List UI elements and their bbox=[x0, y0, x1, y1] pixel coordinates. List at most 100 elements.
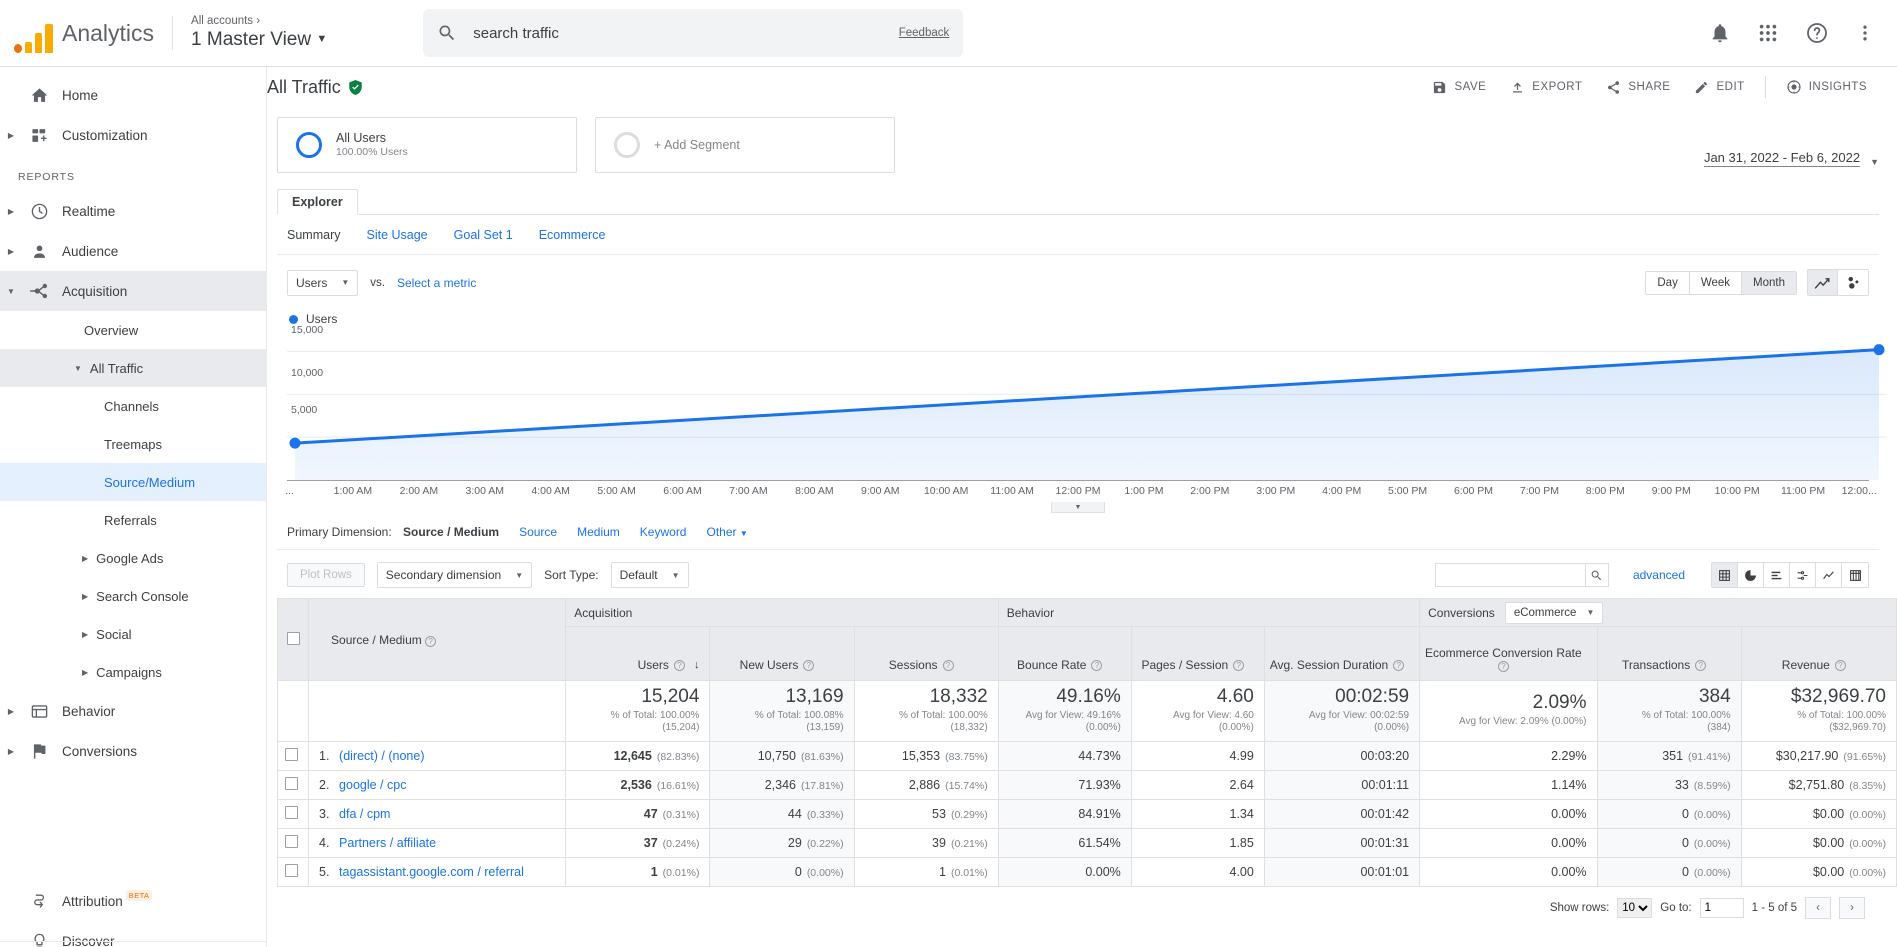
secondary-dimension-select[interactable]: Secondary dimension ▼ bbox=[377, 562, 532, 588]
share-button[interactable]: SHARE bbox=[1594, 74, 1682, 101]
goto-input[interactable] bbox=[1700, 898, 1744, 918]
sidebar-item-treemaps[interactable]: Treemaps bbox=[0, 425, 266, 463]
tab-explorer[interactable]: Explorer bbox=[277, 189, 358, 215]
help-icon[interactable]: ? bbox=[1835, 660, 1846, 671]
view-name[interactable]: 1 Master View ▼ bbox=[191, 29, 327, 51]
table-view-icon[interactable] bbox=[1712, 563, 1738, 587]
edit-button[interactable]: EDIT bbox=[1682, 74, 1756, 101]
row-dimension-link[interactable]: (direct) / (none) bbox=[339, 749, 424, 763]
add-segment-button[interactable]: + Add Segment bbox=[595, 117, 895, 173]
global-search[interactable]: Feedback bbox=[423, 9, 963, 57]
granularity-week[interactable]: Week bbox=[1690, 272, 1742, 294]
sidebar-item-campaigns[interactable]: ▶Campaigns bbox=[0, 653, 266, 691]
bar-view-icon[interactable] bbox=[1764, 563, 1790, 587]
search-icon[interactable] bbox=[1585, 563, 1609, 587]
segment-all-users[interactable]: All Users 100.00% Users bbox=[277, 117, 577, 173]
sidebar-item-realtime[interactable]: ▶ Realtime bbox=[0, 191, 266, 231]
tab-summary[interactable]: Summary bbox=[287, 228, 340, 242]
expand-arrow-icon[interactable]: ▶ bbox=[0, 707, 22, 716]
help-icon[interactable]: ? bbox=[943, 660, 954, 671]
sidebar-item-channels[interactable]: Channels bbox=[0, 387, 266, 425]
expand-arrow-icon[interactable]: ▶ bbox=[0, 131, 22, 140]
help-icon[interactable]: ? bbox=[674, 660, 685, 671]
sidebar-item-search-console[interactable]: ▶Search Console bbox=[0, 577, 266, 615]
metric-select[interactable]: Users ▼ bbox=[287, 270, 358, 296]
column-header-revenue[interactable]: Revenue? bbox=[1741, 627, 1896, 681]
row-checkbox[interactable] bbox=[285, 777, 298, 790]
export-button[interactable]: EXPORT bbox=[1498, 74, 1594, 101]
row-checkbox[interactable] bbox=[285, 806, 298, 819]
dimension-link-medium[interactable]: Medium bbox=[577, 525, 620, 539]
primary-dimension-active[interactable]: Source / Medium bbox=[403, 525, 499, 539]
sort-desc-icon[interactable]: ↓ bbox=[694, 659, 700, 671]
row-dimension-link[interactable]: dfa / cpm bbox=[339, 807, 390, 821]
tab-goal-set-1[interactable]: Goal Set 1 bbox=[454, 228, 513, 242]
next-page-button[interactable]: › bbox=[1839, 897, 1865, 919]
column-header-bounce-rate[interactable]: Bounce Rate? bbox=[998, 627, 1131, 681]
notifications-icon[interactable] bbox=[1709, 22, 1731, 44]
sidebar-item-conversions[interactable]: ▶ Conversions bbox=[0, 731, 266, 771]
table-row[interactable]: 5.tagassistant.google.com / referral1(0.… bbox=[278, 857, 1897, 886]
help-icon[interactable]: ? bbox=[1695, 660, 1706, 671]
search-input[interactable] bbox=[471, 24, 898, 43]
table-row[interactable]: 3.dfa / cpm47(0.31%)44(0.33%)53(0.29%)84… bbox=[278, 799, 1897, 828]
row-checkbox[interactable] bbox=[285, 864, 298, 877]
sort-type-select[interactable]: Default ▼ bbox=[611, 562, 689, 588]
expand-arrow-icon[interactable]: ▶ bbox=[0, 247, 22, 256]
motion-chart-icon[interactable] bbox=[1838, 270, 1868, 295]
row-checkbox[interactable] bbox=[285, 835, 298, 848]
save-button[interactable]: SAVE bbox=[1420, 74, 1498, 101]
sidebar-item-customization[interactable]: ▶ Customization bbox=[0, 115, 266, 155]
sidebar-item-all-traffic[interactable]: ▼ All Traffic bbox=[0, 349, 266, 387]
row-dimension-link[interactable]: google / cpc bbox=[339, 778, 406, 792]
more-options-icon[interactable] bbox=[1855, 23, 1875, 43]
expand-arrow-icon[interactable]: ▶ bbox=[82, 668, 88, 677]
date-range-picker[interactable]: Jan 31, 2022 - Feb 6, 2022 ▼ bbox=[1704, 117, 1879, 173]
column-header-users[interactable]: Users?↓ bbox=[566, 627, 710, 681]
column-header-new-users[interactable]: New Users? bbox=[710, 627, 854, 681]
row-checkbox[interactable] bbox=[285, 748, 298, 761]
table-row[interactable]: 1.(direct) / (none)12,645(82.83%)10,750(… bbox=[278, 741, 1897, 770]
help-icon[interactable]: ? bbox=[1233, 660, 1244, 671]
performance-view-icon[interactable] bbox=[1816, 563, 1842, 587]
show-rows-select[interactable]: 10 bbox=[1617, 898, 1652, 918]
help-icon[interactable]: ? bbox=[803, 660, 814, 671]
column-header-avg-session-duration[interactable]: Avg. Session Duration? bbox=[1264, 627, 1419, 681]
help-icon[interactable]: ? bbox=[1091, 660, 1102, 671]
line-chart-icon[interactable] bbox=[1808, 270, 1838, 295]
row-dimension-link[interactable]: Partners / affiliate bbox=[339, 836, 436, 850]
sidebar-item-source-medium[interactable]: Source/Medium bbox=[0, 463, 266, 501]
apps-grid-icon[interactable] bbox=[1757, 22, 1779, 44]
account-selector[interactable]: All accounts › 1 Master View ▼ bbox=[191, 15, 327, 50]
sidebar-item-social[interactable]: ▶Social bbox=[0, 615, 266, 653]
help-icon[interactable]: ? bbox=[1393, 660, 1404, 671]
column-header-sessions[interactable]: Sessions? bbox=[854, 627, 998, 681]
row-dimension-link[interactable]: tagassistant.google.com / referral bbox=[339, 865, 524, 879]
feedback-link[interactable]: Feedback bbox=[899, 27, 950, 39]
select-all-checkbox[interactable] bbox=[287, 632, 300, 645]
expand-arrow-icon[interactable]: ▶ bbox=[82, 630, 88, 639]
comparison-view-icon[interactable] bbox=[1790, 563, 1816, 587]
tab-site-usage[interactable]: Site Usage bbox=[366, 228, 427, 242]
table-search-input[interactable] bbox=[1435, 563, 1585, 587]
conversions-select[interactable]: eCommerce ▼ bbox=[1505, 602, 1604, 624]
sidebar-item-behavior[interactable]: ▶ Behavior bbox=[0, 691, 266, 731]
insights-button[interactable]: INSIGHTS bbox=[1774, 73, 1879, 101]
tab-ecommerce[interactable]: Ecommerce bbox=[539, 228, 606, 242]
advanced-link[interactable]: advanced bbox=[1633, 568, 1685, 582]
sidebar-item-overview[interactable]: Overview bbox=[0, 311, 266, 349]
dimension-link-source[interactable]: Source bbox=[519, 525, 557, 539]
sidebar-item-acquisition[interactable]: ▼ Acquisition bbox=[0, 271, 266, 311]
sidebar-item-referrals[interactable]: Referrals bbox=[0, 501, 266, 539]
expand-arrow-icon[interactable]: ▶ bbox=[0, 207, 22, 216]
chart-collapse-toggle[interactable]: ▼ bbox=[1051, 502, 1105, 513]
select-metric-link[interactable]: Select a metric bbox=[397, 276, 476, 290]
dimension-link-other[interactable]: Other ▼ bbox=[706, 525, 747, 539]
collapse-arrow-icon[interactable]: ▼ bbox=[0, 287, 22, 296]
sidebar-item-audience[interactable]: ▶ Audience bbox=[0, 231, 266, 271]
expand-arrow-icon[interactable]: ▶ bbox=[82, 592, 88, 601]
sidebar-item-google-ads[interactable]: ▶Google Ads bbox=[0, 539, 266, 577]
granularity-month[interactable]: Month bbox=[1742, 272, 1796, 294]
dimension-header[interactable]: Source / Medium ? bbox=[309, 599, 566, 681]
pivot-view-icon[interactable] bbox=[1842, 563, 1868, 587]
